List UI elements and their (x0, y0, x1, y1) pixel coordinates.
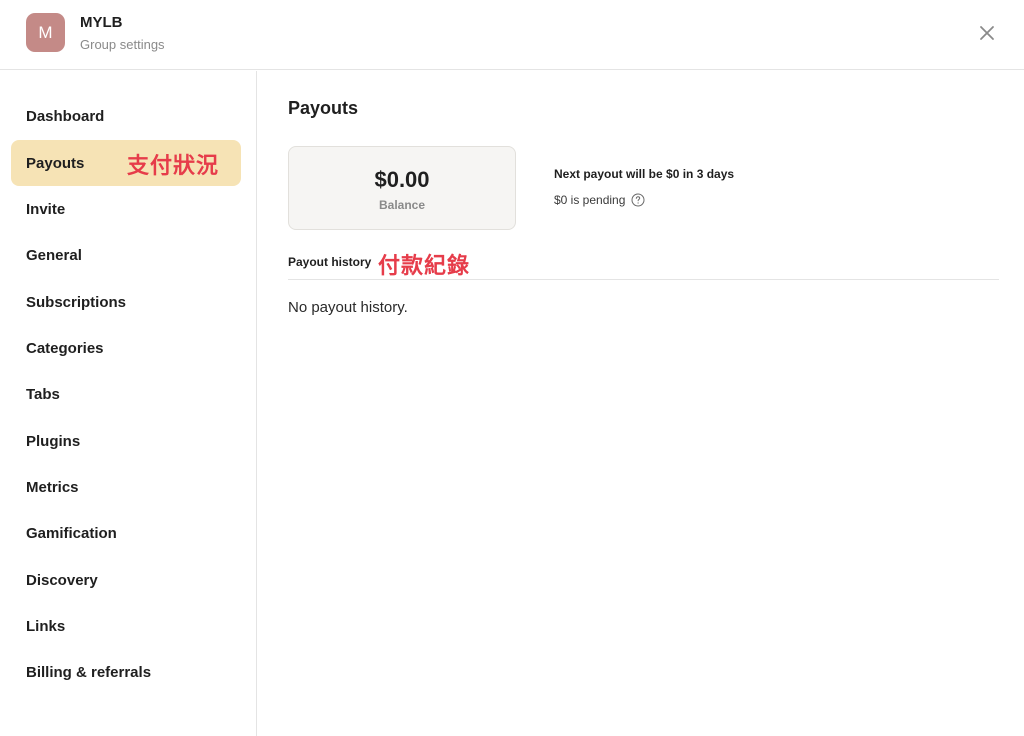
sidebar-item-discovery[interactable]: Discovery (11, 557, 241, 603)
balance-amount: $0.00 (374, 167, 430, 192)
sidebar-item-dashboard[interactable]: Dashboard (11, 93, 241, 139)
sidebar-item-categories[interactable]: Categories (11, 325, 241, 371)
sidebar-item-label: Plugins (26, 432, 81, 450)
sidebar-item-invite[interactable]: Invite (11, 186, 241, 232)
sidebar-item-label: Gamification (26, 524, 117, 542)
group-settings-subtitle: Group settings (80, 37, 165, 52)
sidebar-item-label: Invite (26, 200, 66, 218)
sidebar-item-label: General (26, 246, 82, 264)
sidebar-item-label: Tabs (26, 385, 60, 403)
pending-amount: $0 is pending (554, 193, 645, 207)
balance-label: Balance (378, 198, 426, 212)
page-title: Payouts (288, 98, 359, 118)
balance-card: $0.00 Balance (288, 146, 516, 230)
group-avatar[interactable]: M (26, 13, 65, 52)
close-icon[interactable] (975, 21, 999, 45)
sidebar-item-gamification[interactable]: Gamification (11, 510, 241, 556)
sidebar-item-label: Billing & referrals (26, 663, 152, 681)
sidebar-item-subscriptions[interactable]: Subscriptions (11, 279, 241, 325)
pending-text: $0 is pending (554, 193, 626, 207)
sidebar-item-metrics[interactable]: Metrics (11, 464, 241, 510)
sidebar-item-label: Subscriptions (26, 293, 127, 311)
group-name: MYLB (80, 14, 123, 31)
payout-history-label: Payout history (288, 255, 372, 269)
sidebar-item-label: Categories (26, 339, 104, 357)
sidebar-item-label: Metrics (26, 478, 79, 496)
question-circle-icon[interactable] (631, 193, 645, 207)
sidebar-item-label: Discovery (26, 571, 98, 589)
sidebar-item-label: Dashboard (26, 107, 105, 125)
sidebar-item-general[interactable]: General (11, 232, 241, 278)
history-annotation: 付款紀錄 (378, 254, 471, 279)
sidebar-item-billing-referrals[interactable]: Billing & referrals (11, 649, 241, 695)
sidebar-item-label: Links (26, 617, 66, 635)
sidebar-item-tabs[interactable]: Tabs (11, 371, 241, 417)
sidebar-item-links[interactable]: Links (11, 603, 241, 649)
empty-history-text: No payout history. (288, 299, 408, 316)
header: M MYLB Group settings (0, 0, 1024, 70)
payouts-panel: Payouts $0.00 Balance Next payout will b… (258, 71, 1024, 736)
next-payout-text: Next payout will be $0 in 3 days (554, 167, 735, 181)
sidebar-item-label: Payouts (26, 154, 85, 172)
sidebar-item-plugins[interactable]: Plugins (11, 418, 241, 464)
payouts-annotation: 支付狀況 (127, 154, 220, 179)
